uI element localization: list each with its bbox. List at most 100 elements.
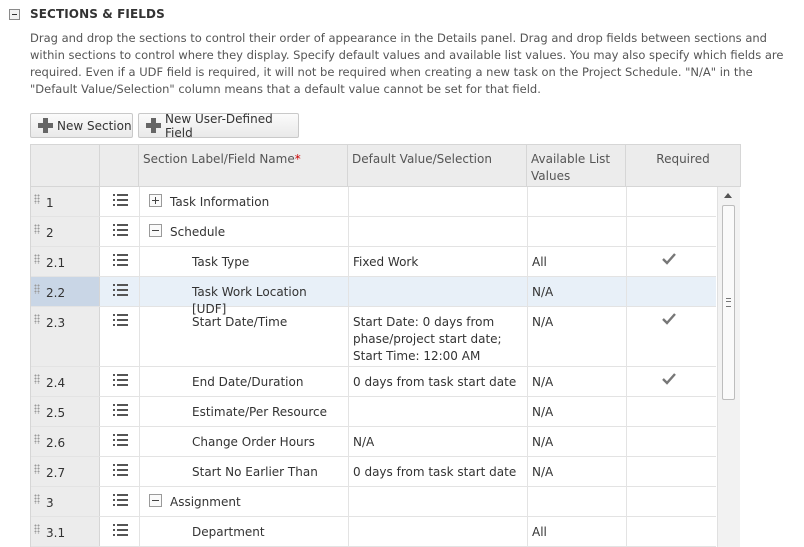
default-value-cell[interactable]: 0 days from task start date [348, 367, 527, 396]
required-cell[interactable] [626, 517, 716, 546]
default-value-cell[interactable] [348, 277, 527, 306]
vertical-scrollbar[interactable] [717, 187, 740, 547]
header-default[interactable]: Default Value/Selection [348, 145, 527, 187]
default-value-cell[interactable] [348, 487, 527, 516]
new-section-button[interactable]: New Section [30, 113, 133, 138]
row-number-cell: 3 [31, 487, 100, 516]
available-values-cell[interactable]: N/A [527, 397, 626, 426]
new-section-label: New Section [57, 118, 132, 133]
required-cell[interactable] [626, 247, 716, 276]
new-udf-button[interactable]: New User-Defined Field [138, 112, 299, 140]
field-row[interactable]: 2.1 Task Type Fixed Work All [31, 247, 716, 277]
available-values-cell[interactable] [527, 217, 626, 246]
list-icon[interactable] [113, 434, 129, 447]
section-description: Drag and drop the sections to control th… [30, 31, 784, 96]
list-icon[interactable] [113, 284, 129, 297]
required-cell[interactable] [626, 457, 716, 486]
field-label: Start Date/Time [192, 315, 288, 329]
field-row[interactable]: 2.5 Estimate/Per Resource N/A [31, 397, 716, 427]
available-values-cell[interactable] [527, 187, 626, 216]
available-values-cell[interactable]: All [527, 517, 626, 546]
field-row[interactable]: 2.2 Task Work Location [UDF] N/A [31, 277, 716, 316]
row-number-cell: 2.3 [31, 307, 100, 366]
required-cell[interactable] [626, 427, 716, 456]
list-icon[interactable] [113, 464, 129, 477]
scroll-thumb[interactable] [722, 205, 735, 400]
collapse-icon[interactable] [149, 224, 162, 237]
default-value-cell[interactable]: Fixed Work [348, 247, 527, 276]
required-cell[interactable] [626, 307, 716, 366]
required-cell[interactable] [626, 487, 716, 516]
list-icon[interactable] [113, 524, 129, 537]
available-values-cell[interactable] [527, 487, 626, 516]
row-number-cell: 2.1 [31, 247, 100, 276]
field-row[interactable]: 2.4 End Date/Duration 0 days from task sta… [31, 367, 716, 397]
row-number-cell: 2.2 [31, 277, 100, 306]
list-icon[interactable] [113, 374, 129, 387]
header-required[interactable]: Required [626, 145, 741, 187]
drag-handle-icon[interactable] [34, 494, 40, 504]
row-number: 2.6 [46, 436, 66, 450]
default-value-cell[interactable]: N/A [348, 427, 527, 456]
column-divider [139, 277, 140, 306]
drag-handle-icon[interactable] [34, 284, 40, 294]
drag-handle-icon[interactable] [34, 254, 40, 264]
list-icon[interactable] [113, 224, 129, 237]
drag-handle-icon[interactable] [34, 224, 40, 234]
row-number-cell: 2.6 [31, 427, 100, 456]
drag-handle-icon[interactable] [34, 434, 40, 444]
field-row[interactable]: 2.7 Start No Earlier Than 0 days from task… [31, 457, 716, 487]
drag-handle-icon[interactable] [34, 374, 40, 384]
field-row[interactable]: 2.3 Start Date/Time Start Date: 0 days fro… [31, 307, 716, 367]
default-value-cell[interactable] [348, 517, 527, 546]
required-cell[interactable] [626, 397, 716, 426]
field-label: Estimate/Per Resource [192, 405, 328, 419]
row-number-cell: 3.1 [31, 517, 100, 546]
field-row[interactable]: 3.1 Department All [31, 517, 716, 547]
default-value-cell[interactable]: 0 days from task start date [348, 457, 527, 486]
list-icon[interactable] [113, 494, 129, 507]
list-icon[interactable] [113, 314, 129, 327]
row-number-cell: 2.7 [31, 457, 100, 486]
scroll-up-icon[interactable] [724, 193, 732, 198]
available-values-cell[interactable]: N/A [527, 457, 626, 486]
available-values-cell[interactable]: All [527, 247, 626, 276]
required-cell[interactable] [626, 187, 716, 216]
section-row[interactable]: 2 Schedule [31, 217, 716, 247]
collapse-icon[interactable] [149, 494, 162, 507]
expand-icon[interactable] [149, 194, 162, 207]
default-value-cell[interactable] [348, 187, 527, 216]
row-number: 2.2 [46, 286, 66, 300]
default-value-cell[interactable]: Start Date: 0 days from phase/project st… [348, 307, 527, 366]
drag-handle-icon[interactable] [34, 194, 40, 204]
list-icon[interactable] [113, 194, 129, 207]
collapse-icon[interactable] [9, 9, 20, 20]
drag-handle-icon[interactable] [34, 464, 40, 474]
drag-handle-icon[interactable] [34, 314, 40, 324]
drag-handle-icon[interactable] [34, 524, 40, 534]
available-values-cell[interactable]: N/A [527, 277, 626, 306]
drag-handle-icon[interactable] [34, 404, 40, 414]
header-label[interactable]: Section Label/Field Name* [139, 145, 348, 187]
row-number-cell: 2.4 [31, 367, 100, 396]
list-icon[interactable] [113, 404, 129, 417]
required-cell[interactable] [626, 277, 716, 306]
field-row[interactable]: 2.6 Change Order Hours N/A N/A [31, 427, 716, 457]
column-divider [139, 457, 140, 486]
available-values-cell[interactable]: N/A [527, 367, 626, 396]
header-available[interactable]: Available List Values [527, 145, 626, 187]
available-values-cell[interactable]: N/A [527, 307, 626, 366]
list-icon[interactable] [113, 254, 129, 267]
available-values-cell[interactable]: N/A [527, 427, 626, 456]
required-cell[interactable] [626, 367, 716, 396]
field-label: End Date/Duration [192, 375, 304, 389]
required-cell[interactable] [626, 217, 716, 246]
default-value-cell[interactable] [348, 397, 527, 426]
row-number: 2 [46, 226, 54, 240]
checkmark-icon [662, 373, 676, 385]
section-row[interactable]: 3 Assignment [31, 487, 716, 517]
section-row[interactable]: 1 Task Information [31, 187, 716, 217]
default-value-cell[interactable] [348, 217, 527, 246]
grip-icon [726, 298, 731, 307]
row-number: 2.3 [46, 316, 66, 330]
